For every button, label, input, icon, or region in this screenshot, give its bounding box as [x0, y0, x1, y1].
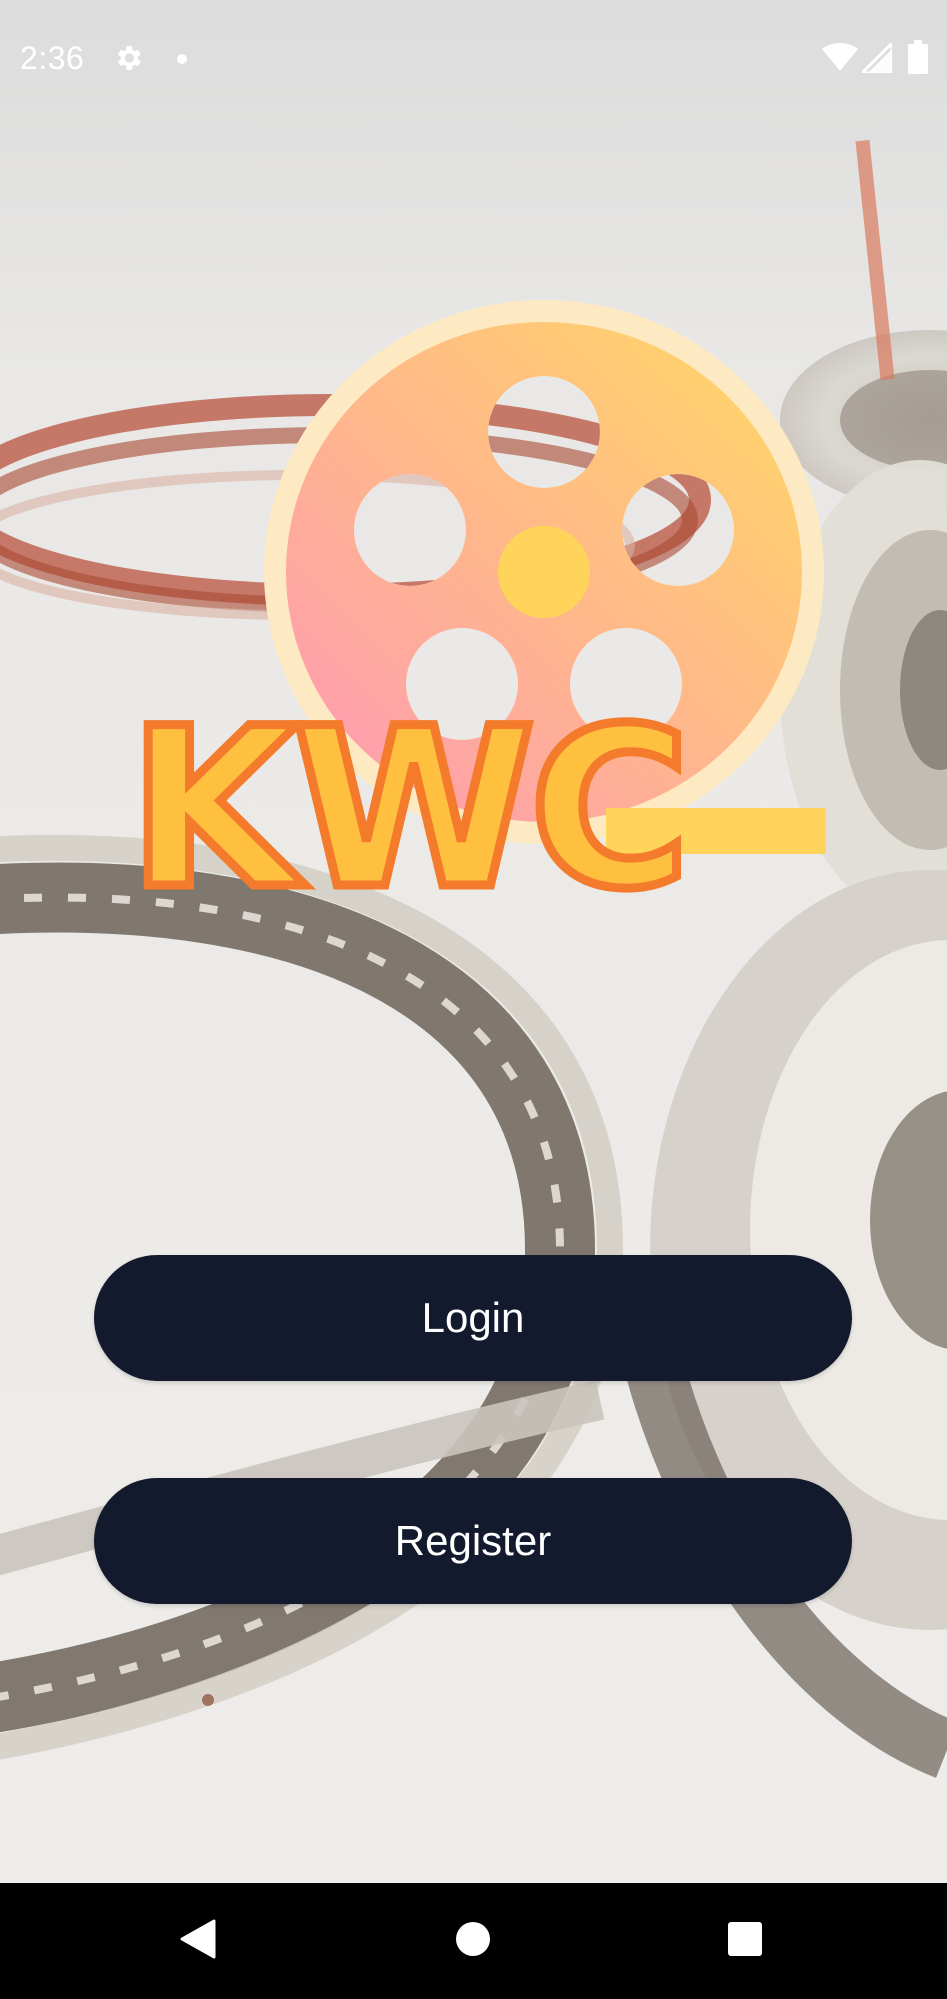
login-screen: 2:36 KWC Login Register: [0, 0, 947, 1999]
wifi-icon: [822, 42, 858, 77]
home-icon: [455, 1921, 491, 1962]
back-button[interactable]: [158, 1901, 238, 1981]
signal-icon: [858, 39, 894, 78]
battery-icon: [908, 40, 928, 79]
register-button[interactable]: Register: [94, 1478, 852, 1604]
login-button[interactable]: Login: [94, 1255, 852, 1381]
status-time: 2:36: [20, 40, 85, 76]
status-bar: 2:36: [0, 0, 947, 118]
recents-icon: [727, 1921, 763, 1962]
back-icon: [180, 1919, 216, 1964]
app-logo: KWC: [0, 280, 947, 942]
navigation-bar: [0, 1883, 947, 1999]
logo-text: KWC: [128, 681, 685, 920]
home-button[interactable]: [433, 1901, 513, 1981]
settings-icon: [112, 42, 144, 79]
notification-dot-icon: [176, 52, 188, 70]
recents-button[interactable]: [705, 1901, 785, 1981]
